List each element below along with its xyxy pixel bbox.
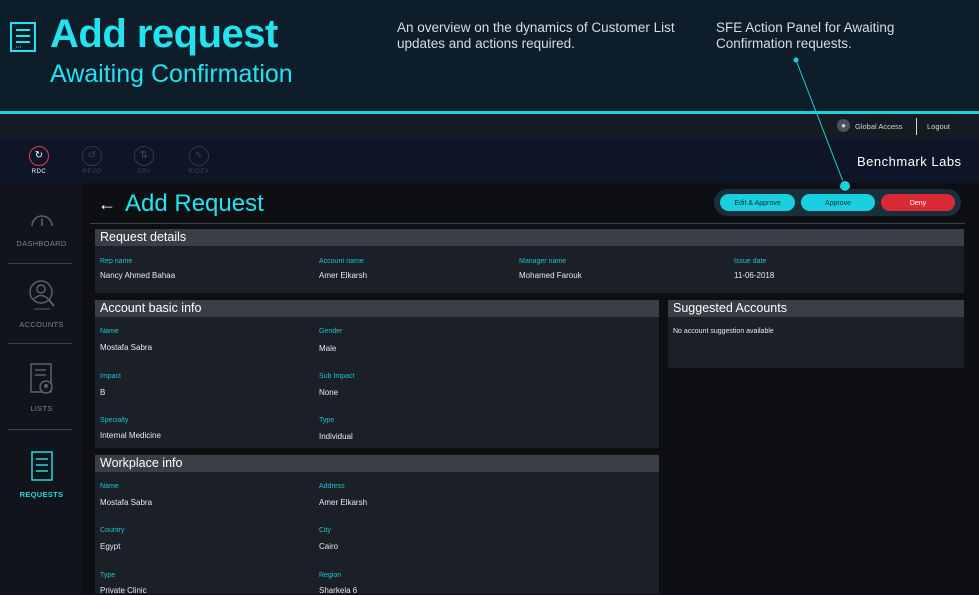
hero-description: An overview on the dynamics of Customer … [397, 20, 675, 51]
document-list-icon [10, 22, 36, 52]
type-value: Individual [319, 432, 353, 441]
workplace-info-header: Workplace info [95, 455, 659, 472]
ridex-app-icon: ∿ [189, 146, 209, 166]
account-name-value: Mostafa Sabra [100, 343, 153, 352]
sidebar-item-label: REQUESTS [19, 490, 64, 499]
app-label: RIDEX [188, 169, 210, 175]
suggested-accounts-header: Suggested Accounts [668, 300, 964, 317]
gender-label: Gender [319, 328, 343, 335]
type-label: Type [319, 417, 335, 424]
sidebar-item-accounts[interactable]: ACCOUNTS [0, 279, 83, 329]
app-label: REVO [82, 169, 102, 175]
edit-approve-button[interactable]: Edit & Approve [720, 194, 795, 211]
account-name-value: Amer Elkarsh [319, 271, 368, 280]
rdc-app-icon: ↻ [29, 146, 49, 166]
sidebar-divider [8, 343, 72, 344]
address-value: Amer Elkarsh [319, 498, 368, 507]
city-label: City [319, 527, 332, 534]
sidebar-divider [8, 263, 72, 264]
deny-button[interactable]: Deny [881, 194, 955, 211]
sidebar-item-label: ACCOUNTS [19, 320, 64, 329]
sidebar-item-dashboard[interactable]: DASHBOARD [0, 208, 83, 248]
app-revo[interactable]: ↺ REVO [77, 146, 107, 175]
gauge-icon [30, 215, 53, 227]
sidebar-item-label: DASHBOARD [16, 239, 67, 248]
document-list-icon [30, 451, 53, 481]
hero-title: Add request [50, 12, 278, 56]
sidebar: DASHBOARD ACCOUNTS LISTS REQUESTS [0, 183, 83, 594]
title-divider [90, 223, 965, 224]
hero-callout: SFE Action Panel for Awaiting Confirmati… [716, 20, 895, 51]
region-label: Region [319, 572, 342, 579]
hero-subtitle: Awaiting Confirmation [50, 60, 293, 88]
specialty-label: Specialty [100, 417, 129, 424]
sidebar-item-requests[interactable]: REQUESTS [0, 451, 83, 499]
workplace-info-panel [95, 472, 659, 594]
address-label: Address [319, 483, 345, 490]
sidebar-item-label: LISTS [30, 404, 53, 413]
manager-name-value: Mohamed Farouk [519, 271, 582, 280]
account-info-header: Account basic info [95, 300, 659, 317]
arrow-left-icon[interactable]: ← [98, 194, 116, 215]
global-access-link[interactable]: Global Access [855, 122, 903, 131]
country-value: Egypt [100, 542, 121, 551]
sidebar-divider [8, 429, 72, 430]
city-value: Cairo [319, 542, 339, 551]
account-search-icon [28, 280, 55, 310]
sidebar-item-lists[interactable]: LISTS [0, 363, 83, 413]
callout-anchor-dot [839, 180, 851, 192]
account-name-label: Name [100, 328, 119, 335]
rep-name-value: Nancy Ahmed Bahaa [100, 271, 176, 280]
page-title: Add Request [125, 190, 264, 217]
rep-name-label: Rep name [100, 258, 133, 265]
revo-app-icon: ↺ [82, 146, 102, 166]
account-info-panel [95, 317, 659, 448]
no-suggestion-text: No account suggestion available [673, 328, 774, 335]
issue-date-label: Issue date [734, 258, 767, 265]
manager-name-label: Manager name [519, 258, 567, 265]
request-details-panel [95, 246, 964, 293]
brand-name: Benchmark Labs [857, 154, 962, 169]
top-bar: ● Global Access Logout [0, 114, 979, 140]
app-rdc[interactable]: ↻ RDC [24, 146, 54, 175]
app-ridex[interactable]: ∿ RIDEX [184, 146, 214, 175]
workplace-name-label: Name [100, 483, 119, 490]
app-drx[interactable]: ⇅ DRx [129, 146, 159, 175]
issue-date-value: 11-06-2018 [734, 271, 775, 280]
topbar-divider [916, 118, 917, 135]
sub-impact-label: Sub Impact [319, 373, 355, 380]
workplace-name-value: Mostafa Sabra [100, 498, 153, 507]
country-label: Country [100, 527, 125, 534]
gender-value: Male [319, 344, 337, 353]
list-user-icon [29, 363, 53, 394]
request-details-header: Request details [95, 229, 964, 246]
user-icon: ● [837, 119, 850, 132]
sub-impact-value: None [319, 388, 339, 397]
impact-value: B [100, 388, 106, 397]
approve-button[interactable]: Approve [801, 194, 875, 211]
app-switcher-bar: ↻ RDC ↺ REVO ⇅ DRx ∿ RIDEX [0, 140, 979, 183]
suggested-accounts-panel [668, 317, 964, 368]
specialty-value: Internal Medicine [100, 431, 161, 440]
workplace-type-label: Type [100, 572, 116, 579]
drx-app-icon: ⇅ [134, 146, 154, 166]
impact-label: Impact [100, 373, 122, 380]
app-label: RDC [31, 169, 47, 175]
account-name-label: Account name [319, 258, 364, 265]
logout-link[interactable]: Logout [927, 122, 950, 131]
app-label: DRx [137, 169, 151, 175]
